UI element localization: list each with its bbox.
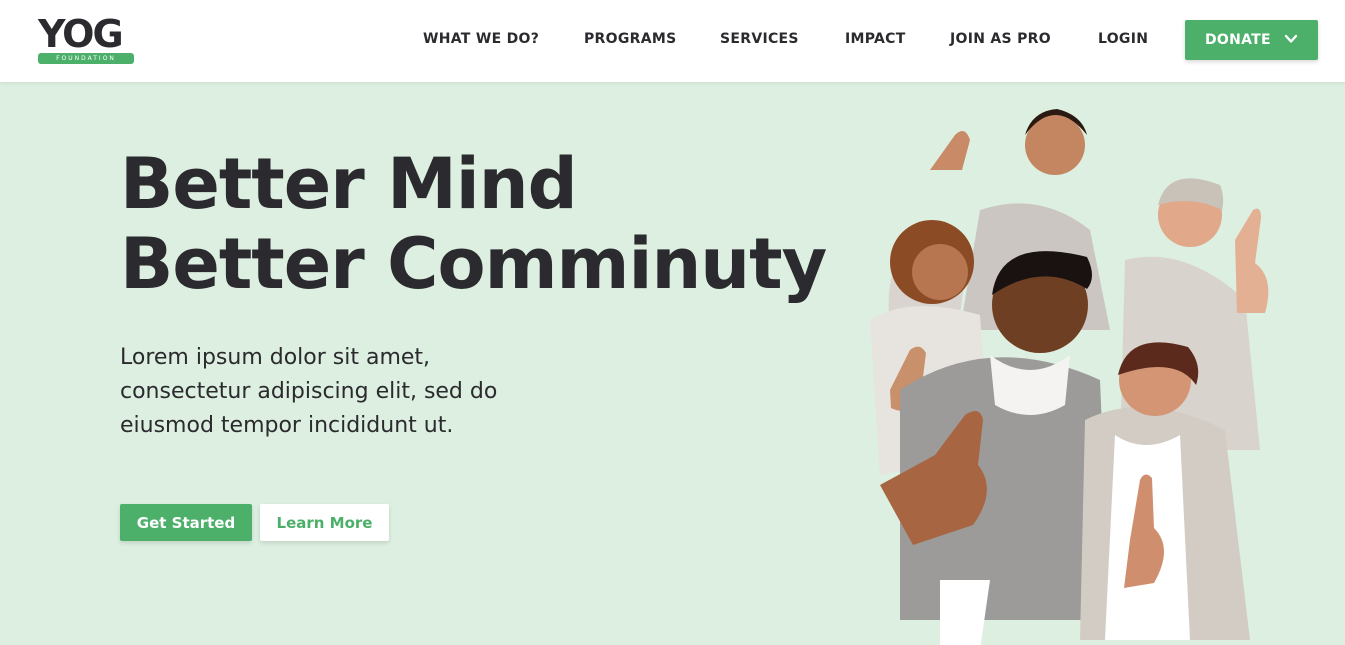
group-photo-image — [870, 109, 1269, 645]
chevron-down-icon — [1284, 34, 1298, 43]
hero-section: Better Mind Better Comminuty Lorem ipsum… — [0, 82, 1345, 645]
nav-item-services[interactable]: SERVICES — [720, 31, 799, 47]
nav-item-what-we-do[interactable]: WHAT WE DO? — [423, 31, 539, 47]
get-started-button[interactable]: Get Started — [120, 504, 252, 541]
yog-foundation-logo[interactable]: YOG FOUNDATION — [38, 14, 136, 66]
nav-item-programs[interactable]: PROGRAMS — [584, 31, 676, 47]
nav-item-join-as-pro[interactable]: JOIN AS PRO — [950, 31, 1051, 47]
hero-headline: Better Mind Better Comminuty — [120, 144, 860, 304]
logo-wordmark: YOG — [38, 12, 124, 56]
hero-description: Lorem ipsum dolor sit amet, consectetur … — [120, 345, 498, 438]
headline-line-1: Better Mind — [120, 143, 578, 225]
learn-more-button[interactable]: Learn More — [260, 504, 389, 541]
nav-item-login[interactable]: LOGIN — [1098, 31, 1148, 47]
logo-tagline: FOUNDATION — [38, 53, 134, 64]
headline-line-2: Better Comminuty — [120, 223, 827, 305]
donate-label: DONATE — [1205, 32, 1271, 48]
donate-button[interactable]: DONATE — [1185, 20, 1318, 60]
site-header: YOG FOUNDATION WHAT WE DO? PROGRAMS SERV… — [0, 0, 1345, 82]
nav-item-impact[interactable]: IMPACT — [845, 31, 906, 47]
